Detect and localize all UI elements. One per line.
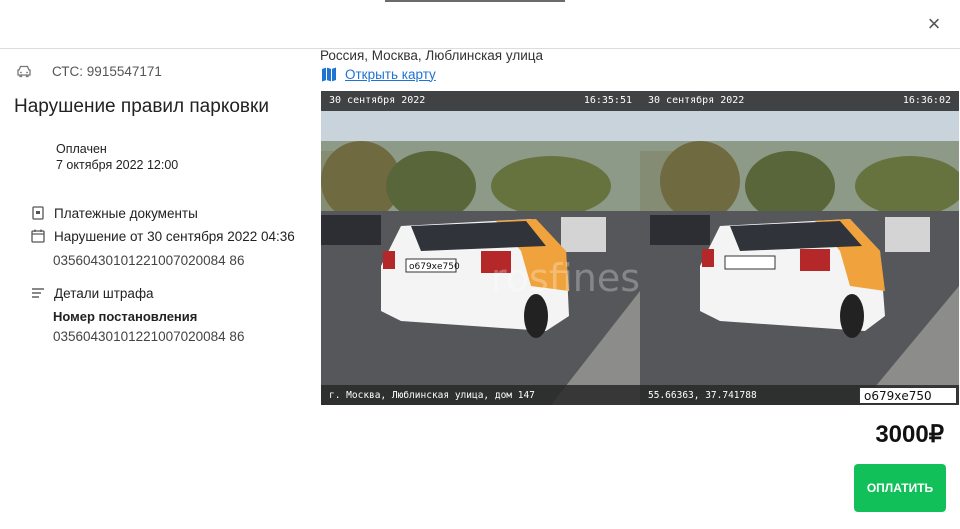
photo-footer-2: 55.66363, 37.741788 о679хе750 [640,385,959,405]
street-scene-2 [640,91,959,405]
payment-documents-label: Платежные документы [54,205,198,221]
photo-caption-1: г. Москва, Люблинская улица, дом 147 [329,390,535,401]
violation-photo: о679хе750 rosfines 30 сентября 2022 16:3… [321,91,959,405]
photo-time-1: 16:35:51 [583,95,632,106]
paid-status: Оплачен [56,142,107,156]
violation-row: Нарушение от 30 сентября 2022 04:36 [30,228,295,244]
plate-text-1: о679хе750 [409,262,460,272]
plate-crop: о679хе750 [859,387,957,404]
photo-time-2: 16:36:02 [902,95,951,106]
map-icon [321,66,337,82]
car-icon [16,63,32,79]
fine-amount: 3000₽ [875,421,944,448]
photo-header-1: 30 сентября 2022 16:35:51 [321,91,640,111]
payment-status: Оплачен 7 октября 2022 12:00 [56,141,178,173]
violation-address: Россия, Москва, Люблинская улица [320,48,543,63]
sts-row: СТС: 9915547171 [16,63,162,79]
top-edge-shadow [385,0,565,2]
fine-details-row: Детали штрафа [30,285,154,301]
resolution-number: 03560430101221007020084 86 [53,329,245,344]
violation-number: 03560430101221007020084 86 [53,253,245,268]
pay-button[interactable]: ОПЛАТИТЬ [854,464,946,512]
street-scene-1: о679хе750 rosfines [321,91,640,405]
document-icon [30,205,46,221]
violation-label: Нарушение от 30 сентября 2022 04:36 [54,228,295,244]
list-icon [30,285,46,301]
paid-date: 7 октября 2022 12:00 [56,158,179,172]
violation-title: Нарушение правил парковки [14,96,269,117]
photo-footer-1: г. Москва, Люблинская улица, дом 147 [321,385,640,405]
sts-label: СТС: 9915547171 [52,63,162,79]
photo-date-1: 30 сентября 2022 [329,95,426,106]
photo-caption-2: 55.66363, 37.741788 [648,390,757,401]
resolution-header: Номер постановления [53,309,198,324]
fine-details-label: Детали штрафа [54,285,154,301]
fine-info-panel: СТС: 9915547171 Нарушение правил парковк… [0,49,315,529]
close-button[interactable]: × [922,12,946,36]
open-map-label: Открыть карту [345,66,436,82]
photo-header-2: 30 сентября 2022 16:36:02 [640,91,959,111]
photo-frame-2: 30 сентября 2022 16:36:02 55.66363, 37.7… [640,91,959,405]
watermark-1: rosfines [491,256,640,300]
photo-frame-1: о679хе750 rosfines 30 сентября 2022 16:3… [321,91,640,405]
photo-date-2: 30 сентября 2022 [648,95,745,106]
calendar-icon [30,228,46,244]
modal-header: × [0,0,960,49]
open-map-link[interactable]: Открыть карту [321,66,436,82]
payment-documents-link[interactable]: Платежные документы [30,205,198,221]
